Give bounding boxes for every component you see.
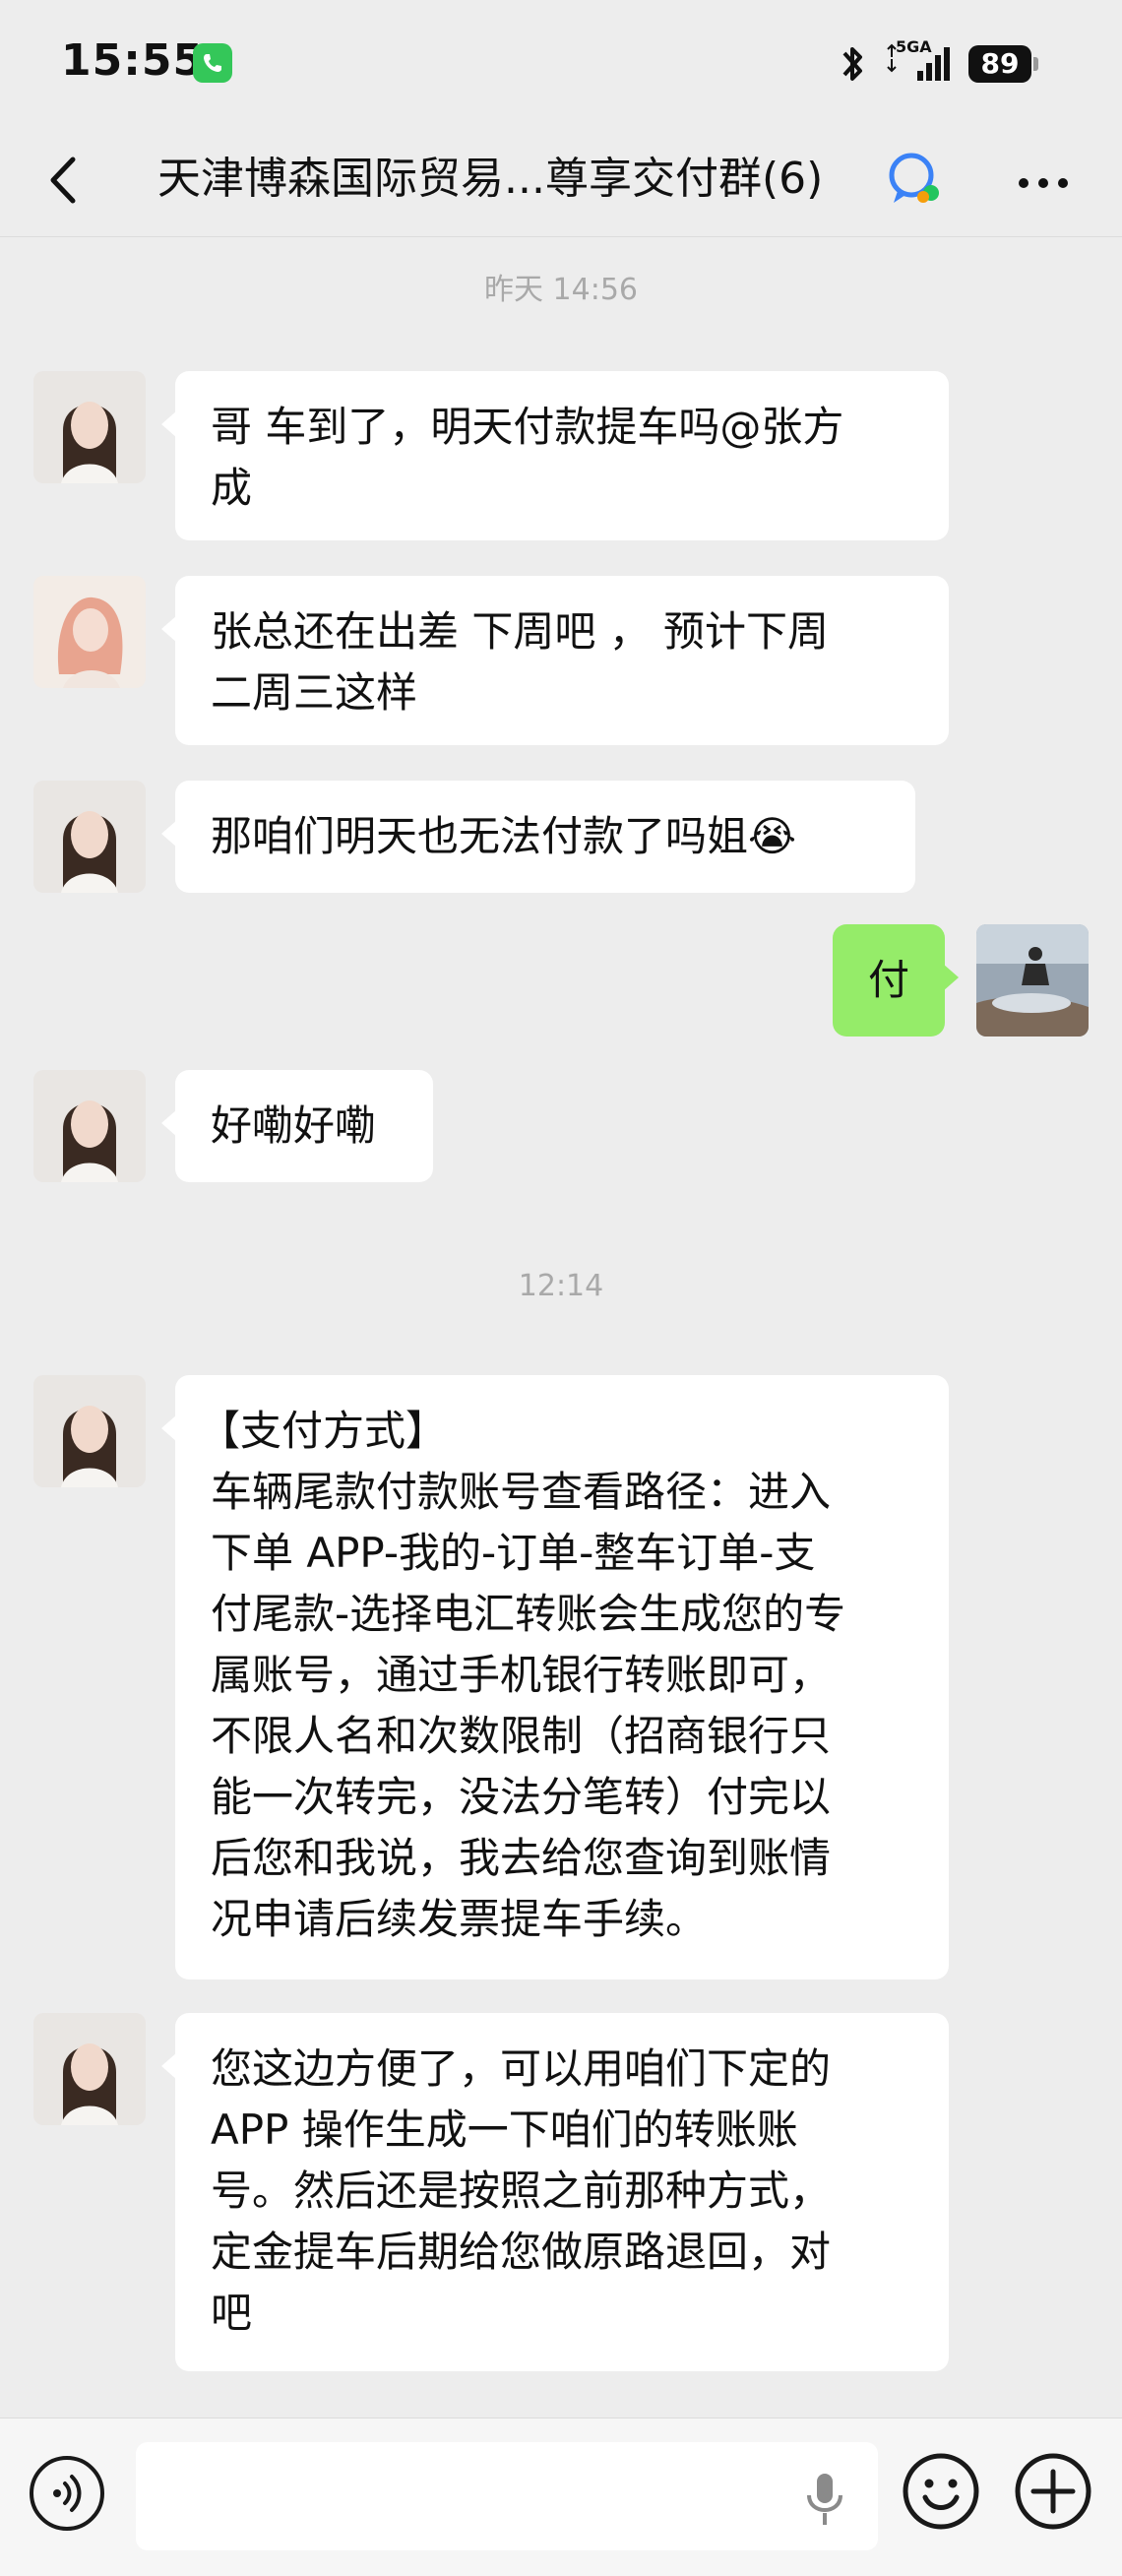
avatar[interactable] xyxy=(33,2013,146,2125)
message-text: 那咱们明天也无法付款了吗姐 xyxy=(211,812,749,860)
avatar[interactable] xyxy=(33,781,146,893)
message-text: 车辆尾款付款账号查看路径：进入 xyxy=(211,1468,832,1516)
call-icon xyxy=(193,43,232,83)
message-text: 定金提车后期给您做原路退回，对 xyxy=(211,2228,832,2276)
battery-tip xyxy=(1033,57,1038,71)
message-text: 付 xyxy=(867,956,909,1004)
message-bubble[interactable]: 【支付方式】 车辆尾款付款账号查看路径：进入 下单 APP-我的-订单-整车订单… xyxy=(161,1375,949,1979)
message-text: 哥 车到了，明天付款提车吗@张方 xyxy=(211,403,844,451)
my-message-bubble[interactable]: 付 xyxy=(833,924,959,1037)
group-chat-icon[interactable] xyxy=(884,148,947,211)
message-text: 【支付方式】 xyxy=(199,1407,448,1455)
my-avatar[interactable] xyxy=(976,924,1089,1037)
status-time: 15:55 xyxy=(61,35,205,86)
emoji-icon[interactable] xyxy=(902,2452,980,2531)
message-bubble[interactable]: 那咱们明天也无法付款了吗姐😭 xyxy=(161,781,915,893)
message-input[interactable] xyxy=(136,2442,878,2550)
message-text: 不限人名和次数限制（招商银行只 xyxy=(211,1712,832,1760)
status-bar: 15:55 5GA 89 xyxy=(0,0,1122,128)
input-bar xyxy=(0,2418,1122,2576)
plus-icon[interactable] xyxy=(1014,2452,1092,2531)
avatar[interactable] xyxy=(33,371,146,483)
bluetooth-icon xyxy=(839,41,868,87)
message-text: 能一次转完，没法分笔转）付完以 xyxy=(211,1773,832,1821)
message-line: 那咱们明天也无法付款了吗姐😭 xyxy=(211,806,880,867)
message-bubble[interactable]: 哥 车到了，明天付款提车吗@张方 成 xyxy=(161,371,949,540)
network-label: 5GA xyxy=(896,37,932,56)
avatar[interactable] xyxy=(33,1070,146,1182)
message-text: 张总还在出差 下周吧 ， 预计下周 xyxy=(211,607,830,656)
timestamp: 昨天 14:56 xyxy=(484,273,638,307)
message-text: 二周三这样 xyxy=(211,668,418,717)
chat-title[interactable]: 天津博森国际贸易...尊享交付群(6) xyxy=(157,148,823,211)
crying-emoji: 😭 xyxy=(748,812,797,860)
timestamp: 12:14 xyxy=(518,1269,604,1303)
message-text: 吧 xyxy=(211,2289,253,2337)
message-list[interactable]: 昨天 14:56 哥 车到了，明天付款提车吗@张方 成 张总还在出差 下周吧 ，… xyxy=(0,237,1122,2418)
message-text: 付尾款-选择电汇转账会生成您的专 xyxy=(211,1590,846,1638)
mic-icon[interactable] xyxy=(803,2472,846,2527)
back-icon[interactable] xyxy=(39,146,89,215)
message-bubble[interactable]: 您这边方便了，可以用咱们下定的 APP 操作生成一下咱们的转账账 号。然后还是按… xyxy=(161,2013,949,2371)
battery-indicator: 89 xyxy=(968,45,1031,83)
message-text: 后您和我说，我去给您查询到账情 xyxy=(211,1834,832,1882)
more-icon[interactable] xyxy=(1014,163,1073,203)
chat-header: 天津博森国际贸易...尊享交付群(6) xyxy=(0,128,1122,237)
message-text: 好嘞好嘞 xyxy=(211,1101,377,1150)
voice-icon[interactable] xyxy=(30,2456,104,2531)
message-text: 况申请后续发票提车手续。 xyxy=(211,1895,708,1943)
message-text: APP 操作生成一下咱们的转账账 xyxy=(211,2105,798,2154)
avatar[interactable] xyxy=(33,576,146,688)
message-text: 成 xyxy=(211,464,253,512)
message-text: 属账号，通过手机银行转账即可， xyxy=(211,1651,832,1699)
avatar[interactable] xyxy=(33,1375,146,1487)
message-bubble[interactable]: 好嘞好嘞 xyxy=(161,1070,433,1182)
message-text: 您这边方便了，可以用咱们下定的 xyxy=(211,2044,832,2093)
message-text: 下单 APP-我的-订单-整车订单-支 xyxy=(211,1529,816,1577)
message-text: 号。然后还是按照之前那种方式， xyxy=(211,2167,832,2215)
message-bubble[interactable]: 张总还在出差 下周吧 ， 预计下周 二周三这样 xyxy=(161,576,949,745)
